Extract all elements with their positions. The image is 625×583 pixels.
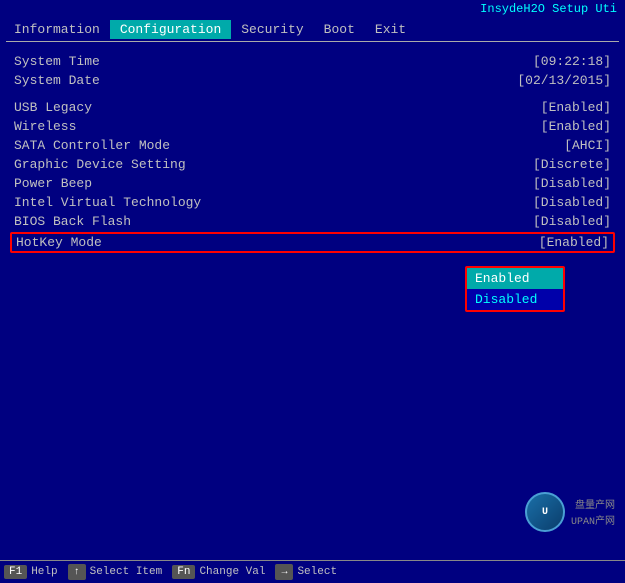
main-content: System Time [09:22:18] System Date [02/1… [0,46,625,560]
menu-bar: Information Configuration Security Boot … [0,18,625,41]
label-wireless: Wireless [14,119,76,134]
value-intel-vt: [Disabled] [533,195,611,210]
row-intel-vt[interactable]: Intel Virtual Technology [Disabled] [14,193,611,212]
help-label: Help [31,566,57,578]
value-power-beep: [Disabled] [533,176,611,191]
watermark-text: 盘量产网 UPAN产网 [571,496,615,528]
row-power-beep[interactable]: Power Beep [Disabled] [14,174,611,193]
row-graphic-device[interactable]: Graphic Device Setting [Discrete] [14,155,611,174]
app-title: InsydeH2O Setup Uti [480,2,617,16]
watermark: U 盘量产网 UPAN产网 [525,492,615,532]
row-bios-flash[interactable]: BIOS Back Flash [Disabled] [14,212,611,231]
fn-key[interactable]: Fn [172,565,195,579]
row-usb-legacy[interactable]: USB Legacy [Enabled] [14,98,611,117]
label-usb-legacy: USB Legacy [14,100,92,115]
row-sata-controller[interactable]: SATA Controller Mode [AHCI] [14,136,611,155]
dropdown-popup: Enabled Disabled [465,266,565,312]
row-system-time: System Time [09:22:18] [14,52,611,71]
row-system-date: System Date [02/13/2015] [14,71,611,90]
label-bios-flash: BIOS Back Flash [14,214,131,229]
row-spacer [14,90,611,98]
label-system-date: System Date [14,73,100,88]
menu-boot[interactable]: Boot [314,20,365,39]
select2-item: → Select [275,564,337,580]
label-power-beep: Power Beep [14,176,92,191]
settings-table: System Time [09:22:18] System Date [02/1… [14,52,611,253]
watermark-line2: UPAN产网 [571,512,615,528]
label-sata-controller: SATA Controller Mode [14,138,170,153]
bottom-bar: F1 Help ↑ Select Item Fn Change Val → Se… [0,560,625,583]
help-item: F1 Help [4,565,58,579]
label-system-time: System Time [14,54,100,69]
label-intel-vt: Intel Virtual Technology [14,195,201,210]
up-arrow-icon: ↑ [68,564,86,580]
watermark-line1: 盘量产网 [571,496,615,512]
label-graphic-device: Graphic Device Setting [14,157,186,172]
menu-security[interactable]: Security [231,20,313,39]
right-arrow-icon: → [275,564,293,580]
row-wireless[interactable]: Wireless [Enabled] [14,117,611,136]
menu-divider [6,41,619,42]
change-item: Fn Change Val [172,565,265,579]
value-usb-legacy: [Enabled] [541,100,611,115]
select-item: ↑ Select Item [68,564,163,580]
f1-key[interactable]: F1 [4,565,27,579]
value-hotkey-mode: [Enabled] [539,235,609,250]
value-graphic-device: [Discrete] [533,157,611,172]
value-system-time: [09:22:18] [533,54,611,69]
menu-configuration[interactable]: Configuration [110,20,231,39]
menu-exit[interactable]: Exit [365,20,416,39]
select-label: Select Item [90,566,163,578]
select2-label: Select [297,566,337,578]
row-hotkey-mode[interactable]: HotKey Mode [Enabled] [10,232,615,253]
value-system-date: [02/13/2015] [517,73,611,88]
dropdown-disabled[interactable]: Disabled [467,289,563,310]
bios-screen: InsydeH2O Setup Uti Information Configur… [0,0,625,583]
value-wireless: [Enabled] [541,119,611,134]
watermark-logo: U [525,492,565,532]
top-bar: InsydeH2O Setup Uti [0,0,625,18]
dropdown-enabled[interactable]: Enabled [467,268,563,289]
change-label: Change Val [199,566,265,578]
menu-information[interactable]: Information [4,20,110,39]
value-bios-flash: [Disabled] [533,214,611,229]
value-sata-controller: [AHCI] [564,138,611,153]
label-hotkey-mode: HotKey Mode [16,235,102,250]
